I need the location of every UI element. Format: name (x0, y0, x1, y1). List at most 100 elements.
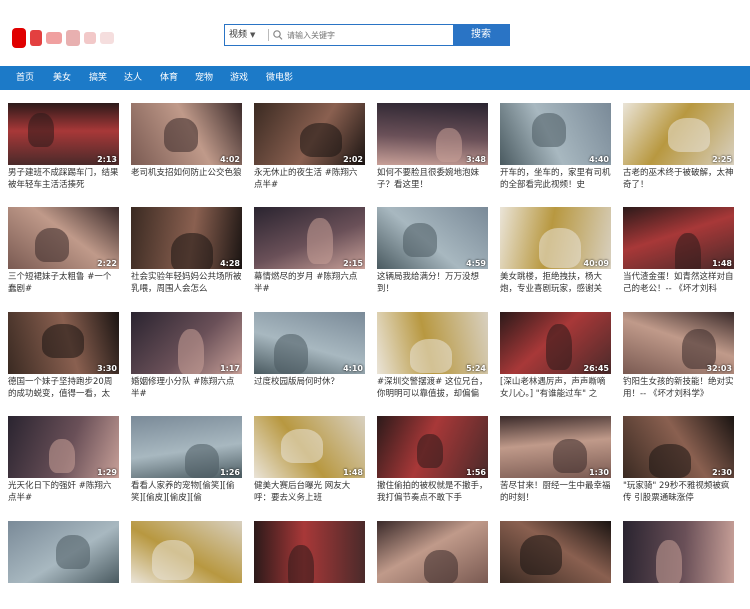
video-thumbnail[interactable]: 1:56 (377, 416, 488, 478)
video-title[interactable]: 这辆局我给满分！万万没想到！ (377, 271, 488, 295)
video-thumbnail[interactable] (131, 521, 242, 583)
video-title[interactable]: 社会实验年轻妈妈公共场所被乳喂，周围人会怎么 (131, 271, 242, 295)
video-duration: 1:48 (712, 259, 732, 268)
thumbnail-figure (152, 540, 194, 580)
video-title[interactable] (377, 585, 488, 609)
video-duration: 4:02 (220, 155, 240, 164)
video-thumbnail[interactable]: 1:30 (500, 416, 611, 478)
thumbnail-figure (520, 535, 562, 575)
video-title[interactable]: #深圳交警摆渡# 这位兄台，你明明可以靠值拔，却偏偏 (377, 376, 488, 400)
video-title[interactable]: 古老的巫术终于被破解，太神奇了！ (623, 167, 734, 191)
thumbnail-figure (288, 545, 314, 583)
video-duration: 4:10 (343, 364, 363, 373)
thumbnail-figure (164, 118, 198, 152)
video-title[interactable]: 看看人家养的宠物[偷笑][偷笑][偷皮][偷皮][偷 (131, 480, 242, 504)
video-duration: 2:22 (97, 259, 117, 268)
thumbnail-figure (675, 233, 701, 269)
video-duration: 1:29 (97, 468, 117, 477)
thumbnail-figure (539, 228, 581, 268)
thumbnail-figure (553, 439, 587, 473)
video-duration: 4:40 (589, 155, 609, 164)
video-title[interactable]: 过度校园版局何时休？ (254, 376, 365, 400)
video-duration: 1:30 (589, 468, 609, 477)
thumbnail-figure (546, 324, 572, 370)
thumbnail-figure (28, 113, 54, 147)
thumbnail-figure (668, 118, 710, 152)
video-thumbnail[interactable]: 3:30 (8, 312, 119, 374)
video-duration: 4:28 (220, 259, 240, 268)
thumbnail-figure (300, 123, 342, 157)
video-title[interactable]: 老司机支招如何防止公交色狼 (131, 167, 242, 191)
video-thumbnail[interactable]: 5:24 (377, 312, 488, 374)
video-thumbnail[interactable]: 2:25 (623, 103, 734, 165)
video-duration: 5:24 (466, 364, 486, 373)
video-title[interactable] (254, 585, 365, 609)
thumbnail-figure (307, 218, 333, 264)
video-thumbnail[interactable]: 4:10 (254, 312, 365, 374)
video-thumbnail[interactable]: 26:45 (500, 312, 611, 374)
video-title[interactable]: [深山老林遇厉声，声声嘶嘀女儿心。] "有谁能过车" 之 (500, 376, 611, 400)
video-title[interactable]: 永无休止的夜生活 #陈翔六点半# (254, 167, 365, 191)
video-duration: 1:17 (220, 364, 240, 373)
video-thumbnail[interactable]: 1:26 (131, 416, 242, 478)
thumbnail-figure (56, 535, 90, 569)
video-title[interactable]: 健美大赛后台曝光 网友大呼：要去义务上班 (254, 480, 365, 504)
thumbnail-figure (410, 339, 452, 373)
video-thumbnail[interactable]: 32:03 (623, 312, 734, 374)
video-title[interactable]: 婚姻修理小分队 #陈翔六点半# (131, 376, 242, 400)
video-title[interactable] (131, 585, 242, 609)
video-thumbnail[interactable] (377, 521, 488, 583)
video-duration: 2:02 (343, 155, 363, 164)
video-thumbnail[interactable]: 3:48 (377, 103, 488, 165)
video-title[interactable]: 男子建班不成踩踢车门，结果被年轻车主活活揍死 (8, 167, 119, 191)
video-duration: 26:45 (583, 364, 609, 373)
thumbnail-figure (403, 223, 437, 257)
video-thumbnail[interactable]: 2:15 (254, 207, 365, 269)
video-duration: 2:13 (97, 155, 117, 164)
video-thumbnail[interactable]: 2:02 (254, 103, 365, 165)
video-thumbnail[interactable] (623, 521, 734, 583)
video-thumbnail[interactable]: 4:28 (131, 207, 242, 269)
video-title[interactable] (623, 585, 734, 609)
video-thumbnail[interactable]: 1:48 (623, 207, 734, 269)
video-thumbnail[interactable]: 40:09 (500, 207, 611, 269)
video-thumbnail[interactable]: 2:22 (8, 207, 119, 269)
video-title[interactable]: 钓阳生女孩的新技能！绝对实用！-- 《坏才刘科学》 (623, 376, 734, 400)
video-title[interactable]: 光天化日下的强奸 #陈翔六点半# (8, 480, 119, 504)
video-thumbnail[interactable]: 4:40 (500, 103, 611, 165)
video-thumbnail[interactable]: 1:29 (8, 416, 119, 478)
video-title[interactable]: 当代渣金蛋！如青然这样对自己的老公！-- 《坏才刘科 (623, 271, 734, 295)
video-thumbnail[interactable]: 1:17 (131, 312, 242, 374)
thumbnail-figure (436, 128, 462, 162)
video-thumbnail[interactable] (500, 521, 611, 583)
thumbnail-figure (42, 324, 84, 358)
video-title[interactable] (500, 585, 611, 609)
thumbnail-figure (35, 228, 69, 262)
thumbnail-figure (682, 329, 716, 369)
video-title[interactable]: 三个短裙妹子太粗鲁 #一个蠢剧# (8, 271, 119, 295)
video-title[interactable]: 开车的，坐车的，家里有司机的全部看完此视频！史 (500, 167, 611, 191)
video-thumbnail[interactable] (8, 521, 119, 583)
video-title[interactable]: "玩家骑" 29秒不雅视频被疯传 引股票通昧涨停 (623, 480, 734, 504)
video-thumbnail[interactable]: 4:02 (131, 103, 242, 165)
video-thumbnail[interactable]: 2:30 (623, 416, 734, 478)
video-title[interactable]: 撤住偷拍的被权就是不撤手，我打偏节奏点不敢下手 (377, 480, 488, 504)
video-title[interactable]: 苦尽甘来！厨经一生中最幸福的时刻！ (500, 480, 611, 504)
thumbnail-figure (185, 444, 219, 478)
video-duration: 32:03 (706, 364, 732, 373)
video-thumbnail[interactable] (254, 521, 365, 583)
thumbnail-figure (178, 329, 204, 374)
video-title[interactable] (8, 585, 119, 609)
video-title[interactable]: 幕情燃尽的岁月 #陈翔六点半# (254, 271, 365, 295)
video-duration: 2:25 (712, 155, 732, 164)
video-thumbnail[interactable]: 4:59 (377, 207, 488, 269)
thumbnail-figure (656, 540, 682, 583)
video-title[interactable]: 美女跳楼，拒绝拽扶，杨大炮，专业喜剧玩家，感谢关 (500, 271, 611, 295)
video-thumbnail[interactable]: 1:48 (254, 416, 365, 478)
video-duration: 4:59 (466, 259, 486, 268)
video-title[interactable]: 如何不要脸且很委婉地泡妹子？看这里！ (377, 167, 488, 191)
video-duration: 40:09 (583, 259, 609, 268)
thumbnail-figure (281, 429, 323, 463)
video-title[interactable]: 德国一个妹子坚持跑步20周的成功蜕变，值得一看，太 (8, 376, 119, 400)
video-thumbnail[interactable]: 2:13 (8, 103, 119, 165)
